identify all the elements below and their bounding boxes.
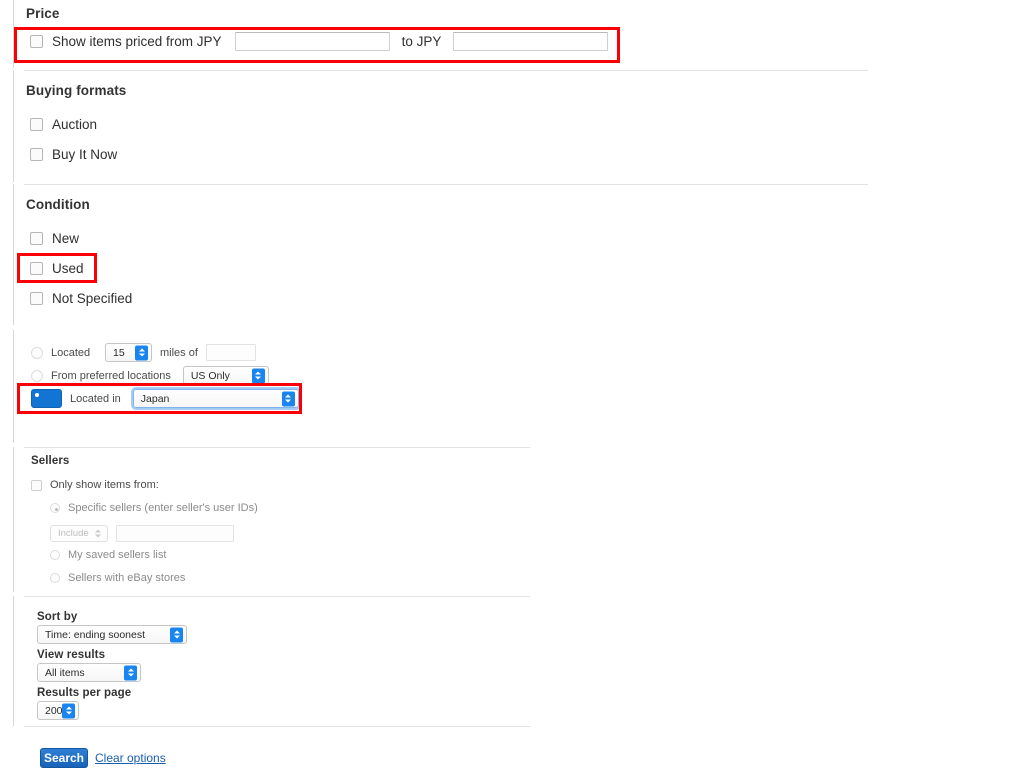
new-checkbox[interactable] [30, 232, 43, 245]
miles-of-label: miles of [160, 346, 198, 359]
miles-select-value: 15 [113, 346, 125, 359]
zip-code-input[interactable] [205, 344, 256, 361]
sellers-only-show-row[interactable]: Only show items from: [31, 479, 159, 491]
location-option-located-radius[interactable]: Located 15 miles of [31, 343, 256, 362]
chevron-updown-icon [62, 703, 75, 718]
located-in-select[interactable]: Japan [132, 389, 299, 408]
sellers-option-saved-list[interactable]: My saved sellers list [50, 549, 166, 561]
location-option-located-in[interactable]: Located in Japan [31, 389, 299, 408]
price-filter-checkbox[interactable] [30, 35, 43, 48]
results-per-page-row: 200 [37, 701, 79, 720]
located-radius-radio[interactable] [31, 346, 43, 359]
include-exclude-select[interactable]: Include [50, 525, 108, 542]
ebay-stores-label: Sellers with eBay stores [68, 572, 186, 584]
auction-label: Auction [52, 117, 98, 132]
sort-by-title: Sort by [37, 611, 78, 623]
sellers-option-stores[interactable]: Sellers with eBay stores [50, 572, 185, 584]
seller-ids-input[interactable] [116, 525, 234, 542]
section-divider [24, 596, 530, 597]
saved-sellers-label: My saved sellers list [68, 549, 167, 561]
preferred-locations-label: From preferred locations [51, 369, 171, 382]
chevron-updown-icon [135, 345, 148, 360]
located-in-value: Japan [140, 392, 170, 405]
section-divider [24, 726, 530, 727]
section-divider [24, 447, 530, 448]
specific-sellers-radio[interactable] [50, 503, 60, 513]
price-max-input[interactable] [453, 32, 609, 51]
sellers-option-specific[interactable]: Specific sellers (enter seller's user ID… [50, 502, 258, 514]
sellers-include-row: Include [50, 525, 234, 542]
price-min-input[interactable] [234, 32, 390, 51]
section-rail [13, 184, 14, 325]
not-specified-label: Not Specified [52, 291, 133, 306]
not-specified-checkbox[interactable] [30, 292, 43, 305]
buying-format-option-buy-it-now[interactable]: Buy It Now [30, 147, 117, 162]
sort-by-select[interactable]: Time: ending soonest [37, 625, 187, 644]
located-in-label: Located in [70, 392, 121, 405]
chevron-updown-icon [124, 665, 137, 680]
clear-options-link[interactable]: Clear options [95, 751, 166, 765]
preferred-locations-radio[interactable] [31, 369, 43, 382]
buy-it-now-label: Buy It Now [52, 147, 118, 162]
condition-option-not-specified[interactable]: Not Specified [30, 291, 132, 306]
condition-option-new[interactable]: New [30, 231, 79, 246]
results-per-page-title: Results per page [37, 687, 132, 699]
auction-checkbox[interactable] [30, 118, 43, 131]
buying-format-option-auction[interactable]: Auction [30, 117, 97, 132]
sort-by-value: Time: ending soonest [45, 628, 146, 641]
only-show-items-label: Only show items from: [50, 479, 159, 491]
used-label: Used [52, 261, 84, 276]
preferred-locations-select[interactable]: US Only [182, 366, 269, 385]
located-in-radio[interactable] [31, 389, 62, 408]
section-divider [24, 70, 868, 71]
advanced-search-form: Price Show items priced from JPY to JPY … [0, 0, 1024, 781]
section-rail [13, 596, 14, 726]
price-filter-row: Show items priced from JPY to JPY [30, 32, 609, 51]
buying-formats-section-title: Buying formats [26, 83, 127, 98]
view-results-select[interactable]: All items [37, 663, 141, 682]
view-results-row: All items [37, 663, 141, 682]
section-rail [13, 330, 14, 443]
search-button[interactable]: Search [40, 748, 88, 768]
buy-it-now-checkbox[interactable] [30, 148, 43, 161]
used-checkbox[interactable] [30, 262, 43, 275]
price-section-title: Price [26, 6, 60, 21]
chevron-updown-icon [251, 368, 265, 383]
chevron-updown-icon [281, 391, 295, 406]
price-to-label: to JPY [401, 34, 442, 49]
condition-section-title: Condition [26, 197, 90, 212]
ebay-stores-radio[interactable] [50, 573, 60, 583]
view-results-title: View results [37, 649, 106, 661]
chevron-updown-icon [170, 627, 183, 642]
new-label: New [52, 231, 80, 246]
view-results-value: All items [45, 666, 85, 679]
sort-by-row: Time: ending soonest [37, 625, 187, 644]
saved-sellers-radio[interactable] [50, 550, 60, 560]
results-per-page-value: 200 [45, 704, 63, 717]
sellers-section-title: Sellers [31, 455, 70, 467]
location-option-preferred[interactable]: From preferred locations US Only [31, 366, 269, 385]
section-rail [13, 0, 14, 68]
condition-option-used[interactable]: Used [30, 261, 84, 276]
preferred-locations-value: US Only [190, 369, 230, 382]
specific-sellers-label: Specific sellers (enter seller's user ID… [68, 502, 258, 514]
results-per-page-select[interactable]: 200 [37, 701, 79, 720]
price-filter-label: Show items priced from JPY [52, 34, 222, 49]
section-rail [13, 70, 14, 182]
only-show-items-checkbox[interactable] [31, 479, 42, 491]
section-divider [24, 184, 868, 185]
located-label: Located [51, 346, 91, 359]
miles-select[interactable]: 15 [105, 343, 152, 362]
include-exclude-value: Include [58, 528, 89, 539]
chevron-updown-icon [91, 526, 104, 541]
section-rail [13, 447, 14, 592]
